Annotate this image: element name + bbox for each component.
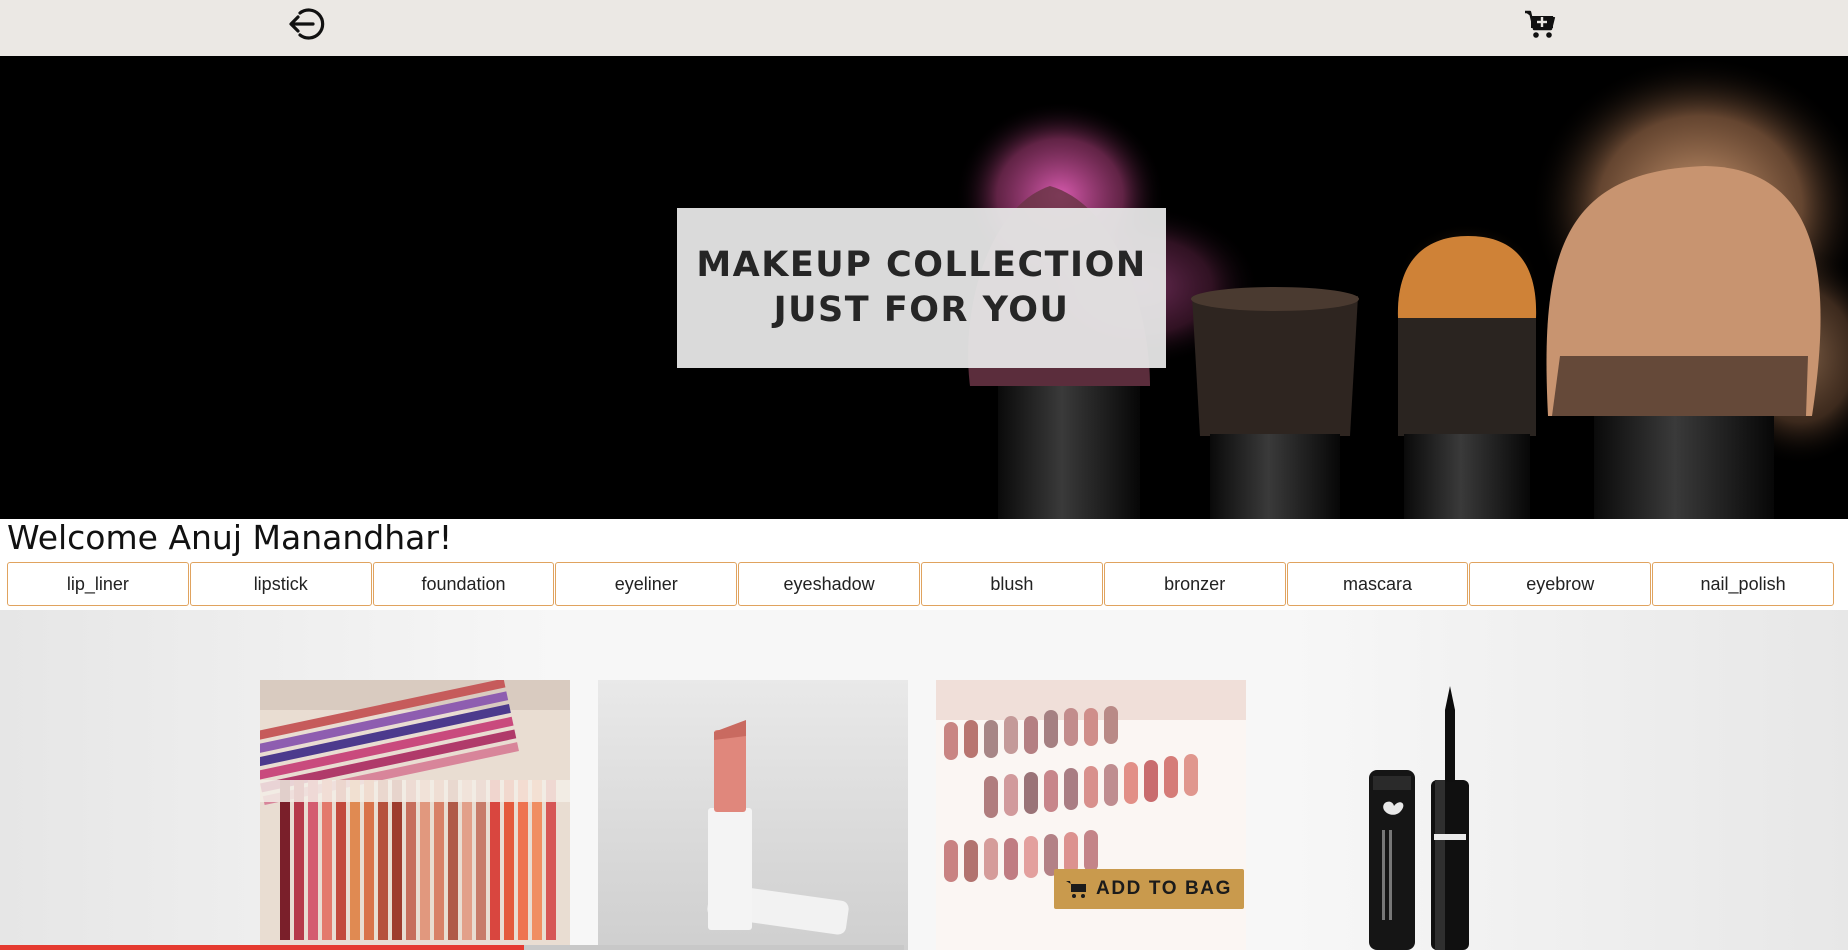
category-lip-liner-button[interactable]: lip_liner [7, 562, 189, 606]
lipstick-swatches-image [936, 680, 1246, 950]
hero-headline-box: MAKEUP COLLECTION JUST FOR YOU [677, 208, 1166, 368]
eyeliner-image [1369, 686, 1469, 950]
hero-headline-line1: MAKEUP COLLECTION [696, 245, 1147, 285]
logout-icon[interactable] [284, 0, 332, 48]
lip-liner-pencils-image [260, 680, 570, 950]
lipstick-image [598, 680, 908, 950]
category-buttons: lip_liner lipstick foundation eyeliner e… [7, 562, 1835, 608]
category-eyeshadow-button[interactable]: eyeshadow [738, 562, 920, 606]
welcome-message: Welcome Anuj Manandhar! [7, 518, 453, 557]
category-lipstick-button[interactable]: lipstick [189, 562, 372, 606]
add-to-bag-button[interactable]: ADD TO BAG [1054, 869, 1244, 909]
product-card-lipstick[interactable] [598, 680, 908, 950]
category-mascara-button[interactable]: mascara [1286, 562, 1469, 606]
top-nav-bar [0, 0, 1848, 56]
cart-icon [1066, 881, 1086, 898]
category-bronzer-button[interactable]: bronzer [1103, 562, 1286, 606]
product-card-lipstick-swatches[interactable] [936, 680, 1246, 950]
cart-add-icon[interactable] [1516, 0, 1564, 48]
hero-headline-line2: JUST FOR YOU [773, 290, 1070, 330]
add-to-bag-label: ADD TO BAG [1096, 878, 1232, 899]
category-eyeliner-button[interactable]: eyeliner [555, 562, 738, 606]
hero-banner-image: MAKEUP COLLECTION JUST FOR YOU [0, 56, 1848, 519]
category-nail-polish-button[interactable]: nail_polish [1652, 562, 1834, 606]
category-eyebrow-button[interactable]: eyebrow [1469, 562, 1652, 606]
category-blush-button[interactable]: blush [920, 562, 1103, 606]
product-card-eyeliner[interactable] [1274, 680, 1584, 950]
video-progress-bar[interactable] [0, 945, 524, 950]
product-card-lip-liner[interactable] [260, 680, 570, 950]
video-progress-track[interactable] [524, 945, 904, 950]
category-foundation-button[interactable]: foundation [372, 562, 555, 606]
